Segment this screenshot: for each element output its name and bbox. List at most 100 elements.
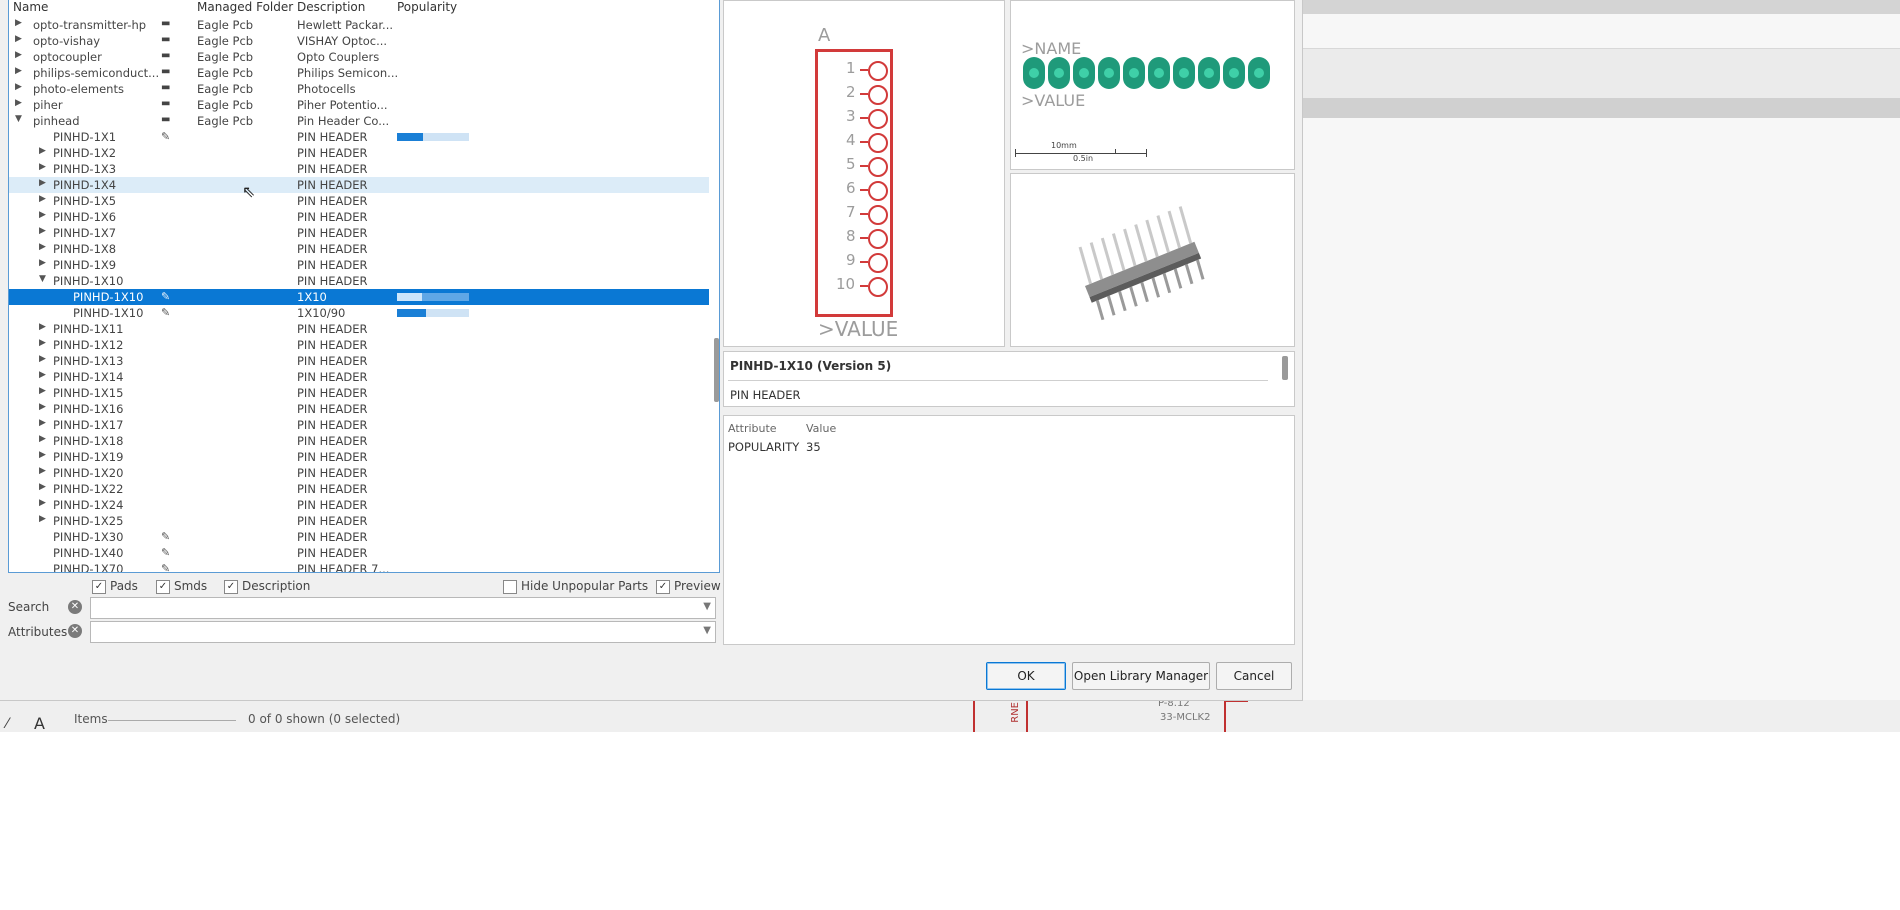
- device-row[interactable]: ▶ PINHD-1X11 PIN HEADER: [9, 321, 709, 337]
- device-row[interactable]: ▶ PINHD-1X18 PIN HEADER: [9, 433, 709, 449]
- search-input[interactable]: ▼: [90, 597, 716, 619]
- column-header-folder[interactable]: Managed Folder: [197, 0, 293, 14]
- expand-icon[interactable]: ▶: [39, 162, 46, 172]
- collapse-icon[interactable]: ▼: [15, 114, 22, 124]
- device-row[interactable]: ▶ PINHD-1X22 PIN HEADER: [9, 481, 709, 497]
- pin-line: [860, 237, 868, 239]
- expand-icon[interactable]: ▶: [39, 194, 46, 204]
- pencil-icon: ✎: [161, 530, 171, 543]
- expand-icon[interactable]: ▶: [15, 34, 22, 44]
- hide-unpopular-checkbox[interactable]: [503, 580, 517, 594]
- device-row[interactable]: ▼ PINHD-1X10 PIN HEADER: [9, 273, 709, 289]
- column-header-popularity[interactable]: Popularity: [397, 0, 457, 14]
- items-divider: [108, 720, 236, 721]
- expand-icon[interactable]: ▶: [39, 338, 46, 348]
- cancel-button[interactable]: Cancel: [1216, 662, 1292, 690]
- expand-icon[interactable]: ▶: [39, 450, 46, 460]
- chevron-down-icon[interactable]: ▼: [703, 625, 711, 636]
- attributes-input[interactable]: ▼: [90, 621, 716, 643]
- search-clear-icon[interactable]: ✕: [68, 600, 82, 614]
- device-row[interactable]: PINHD-1X70 ✎ PIN HEADER 7...: [9, 561, 709, 573]
- expand-icon[interactable]: ▶: [39, 466, 46, 476]
- expand-icon[interactable]: ▶: [15, 50, 22, 60]
- description-checkbox[interactable]: ✓: [224, 580, 238, 594]
- device-row[interactable]: ▶ PINHD-1X19 PIN HEADER: [9, 449, 709, 465]
- expand-icon[interactable]: ▶: [39, 178, 46, 188]
- pin-number: 5: [846, 155, 856, 173]
- text-tool-icon[interactable]: A: [34, 714, 45, 733]
- expand-icon[interactable]: ▶: [15, 18, 22, 28]
- expand-icon[interactable]: ▶: [39, 322, 46, 332]
- library-row[interactable]: ▶ opto-vishay ▬ Eagle Pcb VISHAY Optoc..…: [9, 33, 709, 49]
- open-library-manager-button[interactable]: Open Library Manager: [1072, 662, 1210, 690]
- library-row[interactable]: ▶ philips-semiconduct... ▬ Eagle Pcb Phi…: [9, 65, 709, 81]
- library-row[interactable]: ▶ piher ▬ Eagle Pcb Piher Potentio...: [9, 97, 709, 113]
- attr-header-name[interactable]: Attribute: [728, 422, 777, 435]
- device-row[interactable]: ▶ PINHD-1X8 PIN HEADER: [9, 241, 709, 257]
- device-variant-row[interactable]: PINHD-1X10 ✎ 1X10/90: [9, 305, 709, 321]
- pin-circle: [868, 277, 888, 297]
- device-row[interactable]: ▶ PINHD-1X4 PIN HEADER: [9, 177, 709, 193]
- pencil-icon: ✎: [161, 562, 171, 573]
- expand-icon[interactable]: ▶: [15, 98, 22, 108]
- footprint-pad: [1198, 57, 1220, 89]
- device-row[interactable]: ▶ PINHD-1X13 PIN HEADER: [9, 353, 709, 369]
- expand-icon[interactable]: ▶: [39, 498, 46, 508]
- ok-button[interactable]: OK: [986, 662, 1066, 690]
- pencil-icon[interactable]: ⁄: [6, 716, 8, 732]
- expand-icon[interactable]: ▶: [39, 258, 46, 268]
- device-row[interactable]: ▶ PINHD-1X2 PIN HEADER: [9, 145, 709, 161]
- device-row[interactable]: ▶ PINHD-1X5 PIN HEADER: [9, 193, 709, 209]
- device-row[interactable]: ▶ PINHD-1X16 PIN HEADER: [9, 401, 709, 417]
- expand-icon[interactable]: ▶: [39, 418, 46, 428]
- expand-icon[interactable]: ▶: [39, 514, 46, 524]
- expand-icon[interactable]: ▶: [39, 210, 46, 220]
- device-row[interactable]: PINHD-1X1 ✎ PIN HEADER: [9, 129, 709, 145]
- library-row[interactable]: ▼ pinhead ▬ Eagle Pcb Pin Header Co...: [9, 113, 709, 129]
- expand-icon[interactable]: ▶: [39, 434, 46, 444]
- chevron-down-icon[interactable]: ▼: [703, 601, 711, 612]
- preview-checkbox[interactable]: ✓: [656, 580, 670, 594]
- device-row[interactable]: ▶ PINHD-1X3 PIN HEADER: [9, 161, 709, 177]
- device-row[interactable]: PINHD-1X40 ✎ PIN HEADER: [9, 545, 709, 561]
- expand-icon[interactable]: ▶: [15, 82, 22, 92]
- background-titlebar: [1300, 0, 1900, 14]
- expand-icon[interactable]: ▶: [39, 226, 46, 236]
- device-row[interactable]: ▶ PINHD-1X15 PIN HEADER: [9, 385, 709, 401]
- attr-header-value[interactable]: Value: [806, 422, 836, 435]
- pin-line: [860, 213, 868, 215]
- device-row[interactable]: ▶ PINHD-1X12 PIN HEADER: [9, 337, 709, 353]
- footprint-pad: [1248, 57, 1270, 89]
- device-row[interactable]: ▶ PINHD-1X9 PIN HEADER: [9, 257, 709, 273]
- expand-icon[interactable]: ▶: [39, 370, 46, 380]
- device-row[interactable]: ▶ PINHD-1X7 PIN HEADER: [9, 225, 709, 241]
- library-tree[interactable]: Name Managed Folder Description Populari…: [8, 0, 720, 573]
- tree-scrollbar-thumb[interactable]: [714, 338, 719, 402]
- smds-checkbox[interactable]: ✓: [156, 580, 170, 594]
- device-row[interactable]: ▶ PINHD-1X25 PIN HEADER: [9, 513, 709, 529]
- expand-icon[interactable]: ▶: [39, 354, 46, 364]
- details-scrollbar[interactable]: [1282, 356, 1288, 380]
- expand-icon[interactable]: ▶: [15, 66, 22, 76]
- device-row[interactable]: ▶ PINHD-1X24 PIN HEADER: [9, 497, 709, 513]
- device-row[interactable]: PINHD-1X30 ✎ PIN HEADER: [9, 529, 709, 545]
- pads-checkbox[interactable]: ✓: [92, 580, 106, 594]
- expand-icon[interactable]: ▶: [39, 402, 46, 412]
- 3d-preview: [1010, 173, 1295, 347]
- library-row[interactable]: ▶ photo-elements ▬ Eagle Pcb Photocells: [9, 81, 709, 97]
- column-header-name[interactable]: Name: [13, 0, 48, 14]
- expand-icon[interactable]: ▶: [39, 386, 46, 396]
- library-row[interactable]: ▶ opto-transmitter-hp ▬ Eagle Pcb Hewlet…: [9, 17, 709, 33]
- library-row[interactable]: ▶ optocoupler ▬ Eagle Pcb Opto Couplers: [9, 49, 709, 65]
- device-row[interactable]: ▶ PINHD-1X14 PIN HEADER: [9, 369, 709, 385]
- device-variant-row-selected[interactable]: PINHD-1X10 ✎ 1X10: [9, 289, 709, 305]
- device-row[interactable]: ▶ PINHD-1X20 PIN HEADER: [9, 465, 709, 481]
- expand-icon[interactable]: ▶: [39, 242, 46, 252]
- device-row[interactable]: ▶ PINHD-1X17 PIN HEADER: [9, 417, 709, 433]
- expand-icon[interactable]: ▶: [39, 482, 46, 492]
- column-header-description[interactable]: Description: [297, 0, 365, 14]
- device-row[interactable]: ▶ PINHD-1X6 PIN HEADER: [9, 209, 709, 225]
- expand-icon[interactable]: ▶: [39, 146, 46, 156]
- collapse-icon[interactable]: ▼: [39, 274, 46, 284]
- attributes-clear-icon[interactable]: ✕: [68, 624, 82, 638]
